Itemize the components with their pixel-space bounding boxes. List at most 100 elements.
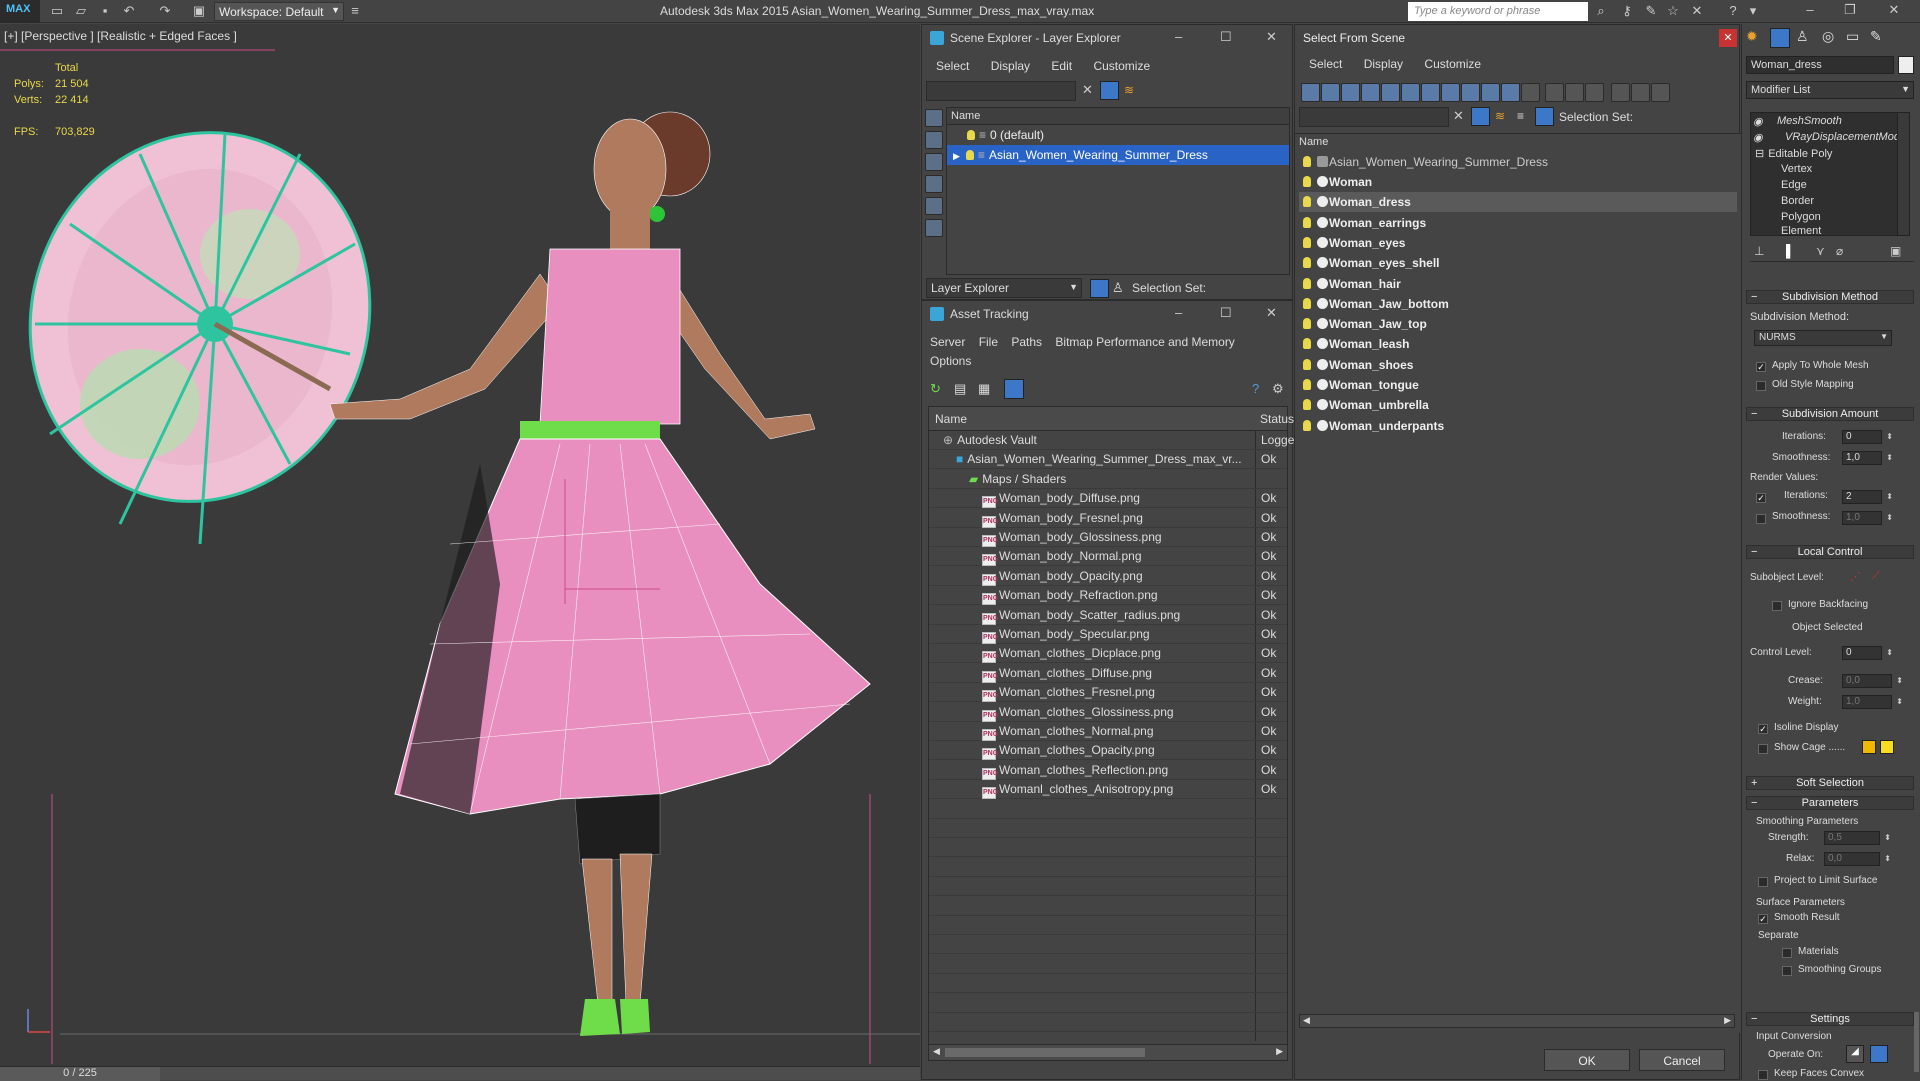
eye-icon[interactable]: ◉: [1753, 131, 1763, 144]
render-iterations-checkbox[interactable]: ✓: [1756, 493, 1766, 503]
star-icon[interactable]: ☆: [1664, 3, 1682, 20]
asset-row[interactable]: PNGWoman_clothes_Diffuse.png Ok: [929, 664, 1287, 683]
operate-on-faces-icon[interactable]: ◢: [1846, 1045, 1864, 1063]
object-list-header[interactable]: Name: [1299, 136, 1328, 148]
display-shapes-icon[interactable]: [925, 131, 943, 149]
bulb-icon[interactable]: [1303, 419, 1311, 431]
column-status-header[interactable]: Status: [1260, 412, 1294, 426]
modify-tab-icon[interactable]: [1770, 28, 1790, 48]
stack-item-element[interactable]: Element: [1751, 225, 1897, 235]
restore-icon[interactable]: ❐: [1836, 2, 1864, 21]
spinner-arrows-icon[interactable]: ⬍: [1886, 452, 1893, 464]
filter-spacewarps-icon[interactable]: [1401, 83, 1420, 102]
clear-search-icon[interactable]: ✕: [1453, 108, 1464, 124]
filter-groups-icon[interactable]: [1421, 83, 1440, 102]
filter-helpers-icon[interactable]: [1381, 83, 1400, 102]
asset-row[interactable]: PNGWoman_clothes_Normal.png Ok: [929, 722, 1287, 741]
key-icon[interactable]: ⚷: [1618, 3, 1636, 20]
layer-tools-icon[interactable]: ≋: [1495, 109, 1505, 123]
layer-explorer-icon[interactable]: [1090, 279, 1109, 298]
asset-row[interactable]: ▰ Maps / Shaders: [929, 470, 1287, 489]
refresh-icon[interactable]: ↻: [930, 381, 941, 397]
smoothing-groups-checkbox[interactable]: [1782, 966, 1792, 976]
rollout-soft-selection[interactable]: + Soft Selection: [1746, 776, 1914, 790]
ignore-backfacing-checkbox[interactable]: [1772, 601, 1782, 611]
bulb-icon[interactable]: [1303, 399, 1311, 411]
rollout-subdivision-amount[interactable]: − Subdivision Amount: [1746, 407, 1914, 421]
minimize-icon[interactable]: –: [1175, 29, 1182, 44]
display-tab-icon[interactable]: ▭: [1846, 28, 1859, 45]
settings-icon[interactable]: ⚙: [1272, 381, 1284, 397]
menu-expand-icon[interactable]: ≡: [346, 3, 364, 20]
object-color-swatch[interactable]: [1898, 56, 1914, 74]
undo-icon[interactable]: ↶: [120, 3, 138, 20]
subobject-edge-icon[interactable]: ⟋: [1872, 570, 1880, 583]
object-row[interactable]: Woman_tongue: [1299, 375, 1737, 395]
hierarchy-toggle-icon[interactable]: [1651, 83, 1670, 102]
show-end-result-icon[interactable]: ▌: [1786, 244, 1795, 258]
cage-color-swatch[interactable]: [1862, 740, 1876, 754]
menu-customize[interactable]: Customize: [1093, 59, 1150, 73]
expand-arrow-icon[interactable]: ▶: [953, 151, 960, 161]
stack-item-border[interactable]: Border: [1751, 195, 1897, 211]
smooth-result-checkbox[interactable]: ✓: [1758, 914, 1768, 924]
apply-whole-mesh-checkbox[interactable]: ✓: [1756, 362, 1766, 372]
time-slider-handle[interactable]: 0 / 225: [0, 1067, 160, 1081]
old-style-mapping-checkbox[interactable]: [1756, 381, 1766, 391]
save-file-icon[interactable]: ▪: [96, 3, 114, 20]
stack-scrollbar[interactable]: [1897, 113, 1909, 235]
modifier-list-dropdown[interactable]: Modifier List ▼: [1746, 81, 1914, 99]
pin-stack-icon[interactable]: ⊥: [1754, 244, 1764, 258]
asset-row[interactable]: PNGWoman_body_Scatter_radius.png Ok: [929, 606, 1287, 625]
select-invert-icon[interactable]: [1585, 83, 1604, 102]
object-row[interactable]: Woman_eyes_shell: [1299, 253, 1737, 273]
redo-icon[interactable]: ↷: [156, 3, 174, 20]
close-icon[interactable]: ✕: [1719, 29, 1737, 47]
asset-row[interactable]: PNGWoman_body_Specular.png Ok: [929, 625, 1287, 644]
render-smoothness-spinner[interactable]: 1,0 ⬍: [1842, 511, 1893, 525]
menu-paths[interactable]: Paths: [1011, 335, 1042, 349]
object-row[interactable]: Woman_Jaw_bottom: [1299, 294, 1737, 314]
select-none-icon[interactable]: [1565, 83, 1584, 102]
workspace-dropdown[interactable]: Workspace: Default ▼: [214, 2, 344, 21]
time-slider[interactable]: 0 / 225: [0, 1066, 920, 1081]
object-row[interactable]: Woman: [1299, 172, 1737, 192]
configure-sets-icon[interactable]: ▣: [1890, 244, 1901, 258]
asset-row[interactable]: PNGWoman_body_Opacity.png Ok: [929, 567, 1287, 586]
filter-geometry-icon[interactable]: [1301, 83, 1320, 102]
spinner-arrows-icon[interactable]: ⬍: [1884, 832, 1891, 844]
asset-row[interactable]: PNGWoman_clothes_Opacity.png Ok: [929, 741, 1287, 761]
spinner-arrows-icon[interactable]: ⬍: [1886, 491, 1893, 503]
object-row[interactable]: Woman_underpants: [1299, 416, 1737, 436]
asset-row[interactable]: ■ Asian_Women_Wearing_Summer_Dress_max_vr…: [929, 450, 1287, 470]
spinner-arrows-icon[interactable]: ⬍: [1896, 696, 1903, 708]
filter-frozen-icon[interactable]: [1501, 83, 1520, 102]
asset-row[interactable]: PNGWoman_body_Diffuse.png Ok: [929, 489, 1287, 509]
object-name-field[interactable]: Woman_dress: [1746, 56, 1894, 74]
asset-row[interactable]: PNGWomanl_clothes_Anisotropy.png Ok: [929, 780, 1287, 800]
subdivision-method-dropdown[interactable]: NURMS ▼: [1754, 330, 1892, 346]
maximize-icon[interactable]: ☐: [1220, 305, 1232, 321]
asset-row[interactable]: PNGWoman_clothes_Reflection.png Ok: [929, 761, 1287, 780]
bulb-icon[interactable]: [1303, 297, 1311, 309]
render-smoothness-checkbox[interactable]: [1756, 514, 1766, 524]
project-folder-icon[interactable]: ▣: [190, 3, 208, 20]
scene-explorer-search[interactable]: [926, 81, 1076, 101]
bulb-icon[interactable]: [1303, 338, 1311, 350]
menu-display[interactable]: Display: [991, 59, 1030, 73]
utilities-tab-icon[interactable]: ✎: [1870, 28, 1882, 45]
clear-search-icon[interactable]: ✕: [1082, 82, 1093, 98]
strength-spinner[interactable]: 0,5 ⬍: [1824, 831, 1891, 845]
tools-icon[interactable]: ✎: [1642, 3, 1660, 20]
isoline-display-checkbox[interactable]: ✓: [1758, 724, 1768, 734]
smoothness-spinner[interactable]: 1,0 ⬍: [1842, 451, 1893, 465]
asset-tracking-titlebar[interactable]: Asset Tracking: [922, 301, 1292, 327]
display-cameras-icon[interactable]: [925, 175, 943, 193]
control-level-spinner[interactable]: 0 ⬍: [1842, 646, 1893, 660]
subobject-vertex-icon[interactable]: ⋰: [1850, 570, 1861, 583]
filter-xrefs-icon[interactable]: [1441, 83, 1460, 102]
object-row[interactable]: Woman_eyes: [1299, 233, 1737, 253]
ok-button[interactable]: OK: [1544, 1049, 1630, 1071]
maximize-icon[interactable]: ☐: [1220, 29, 1232, 45]
close-icon[interactable]: ✕: [1266, 29, 1277, 45]
